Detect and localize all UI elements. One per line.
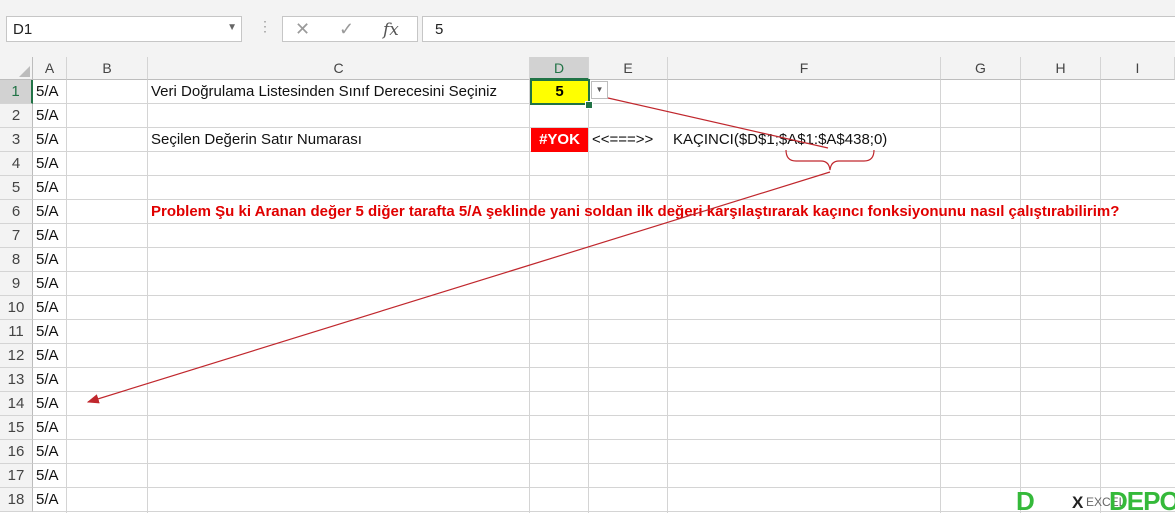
name-box[interactable]: D1 ▼ — [6, 16, 242, 42]
cell-a2[interactable]: 5/A — [36, 104, 59, 127]
fx-icon[interactable]: fx — [383, 20, 399, 40]
column-gridline — [667, 80, 668, 513]
fill-handle[interactable] — [585, 101, 593, 109]
cell-a18[interactable]: 5/A — [36, 488, 59, 511]
column-header-e[interactable]: E — [589, 57, 668, 80]
spreadsheet-grid[interactable]: A B C D E F G H I 1 2 3 4 5 6 7 8 9 10 11 12 13 14 15 1… — [0, 57, 1175, 513]
formula-input[interactable]: 5 — [422, 16, 1175, 42]
cell-a4[interactable]: 5/A — [36, 152, 59, 175]
column-header-d[interactable]: D — [530, 57, 589, 80]
column-header-h[interactable]: H — [1021, 57, 1101, 80]
cell-c3[interactable]: Seçilen Değerin Satır Numarası — [151, 128, 362, 151]
row-gridline — [33, 319, 1175, 320]
row-header-6[interactable]: 6 — [0, 200, 33, 224]
cell-a11[interactable]: 5/A — [36, 320, 59, 343]
selection-border — [530, 79, 590, 105]
logo-x: X — [1072, 493, 1084, 512]
row-header-17[interactable]: 17 — [0, 464, 33, 488]
cell-a8[interactable]: 5/A — [36, 248, 59, 271]
row-gridline — [33, 175, 1175, 176]
row-gridline — [33, 367, 1175, 368]
row-header-7[interactable]: 7 — [0, 224, 33, 248]
row-gridline — [33, 247, 1175, 248]
cancel-icon[interactable]: ✕ — [295, 19, 310, 40]
select-all-icon[interactable] — [0, 57, 33, 80]
cell-d3-error[interactable]: #YOK — [531, 128, 588, 152]
column-gridline — [940, 80, 941, 513]
row-header-8[interactable]: 8 — [0, 248, 33, 272]
column-gridline — [1020, 80, 1021, 513]
cell-a16[interactable]: 5/A — [36, 440, 59, 463]
logo-mark: D — [1016, 486, 1035, 516]
row-gridline — [33, 463, 1175, 464]
cell-a10[interactable]: 5/A — [36, 296, 59, 319]
name-box-value: D1 — [13, 21, 33, 38]
cell-a13[interactable]: 5/A — [36, 368, 59, 391]
row-header-14[interactable]: 14 — [0, 392, 33, 416]
row-header-12[interactable]: 12 — [0, 344, 33, 368]
column-gridline — [588, 80, 589, 513]
enter-icon[interactable]: ✓ — [339, 19, 354, 40]
row-header-16[interactable]: 16 — [0, 440, 33, 464]
row-gridline — [33, 151, 1175, 152]
row-gridline — [33, 415, 1175, 416]
cell-a12[interactable]: 5/A — [36, 344, 59, 367]
row-header-18[interactable]: 18 — [0, 488, 33, 512]
column-header-g[interactable]: G — [941, 57, 1021, 80]
column-header-f[interactable]: F — [668, 57, 941, 80]
row-header-11[interactable]: 11 — [0, 320, 33, 344]
column-gridline — [147, 80, 148, 513]
cell-f3[interactable]: KAÇINCI($D$1;$A$1:$A$438;0) — [673, 128, 887, 151]
resize-handle[interactable]: ⋮ — [258, 18, 272, 35]
cell-a7[interactable]: 5/A — [36, 224, 59, 247]
row-header-10[interactable]: 10 — [0, 296, 33, 320]
cell-a1[interactable]: 5/A — [36, 80, 59, 103]
row-header-4[interactable]: 4 — [0, 152, 33, 176]
dropdown-chevron-icon[interactable]: ▼ — [227, 22, 237, 33]
column-header-a[interactable]: A — [33, 57, 67, 80]
row-header-15[interactable]: 15 — [0, 416, 33, 440]
row-header-3[interactable]: 3 — [0, 128, 33, 152]
cell-a15[interactable]: 5/A — [36, 416, 59, 439]
column-gridline — [529, 80, 530, 513]
excel-depo-logo: D X EXCEL DEPO — [1012, 486, 1175, 516]
row-gridline — [33, 295, 1175, 296]
row-header-2[interactable]: 2 — [0, 104, 33, 128]
cell-a17[interactable]: 5/A — [36, 464, 59, 487]
row-header-13[interactable]: 13 — [0, 368, 33, 392]
row-header-5[interactable]: 5 — [0, 176, 33, 200]
cell-a14[interactable]: 5/A — [36, 392, 59, 415]
column-header-i[interactable]: I — [1101, 57, 1175, 80]
row-gridline — [33, 439, 1175, 440]
cell-c1[interactable]: Veri Doğrulama Listesinden Sınıf Dereces… — [151, 80, 497, 103]
cell-a3[interactable]: 5/A — [36, 128, 59, 151]
row-gridline — [33, 391, 1175, 392]
row-gridline — [33, 271, 1175, 272]
row-gridline — [33, 487, 1175, 488]
formula-buttons: ✕ ✓ fx — [282, 16, 418, 42]
cell-a5[interactable]: 5/A — [36, 176, 59, 199]
logo-depo: DEPO — [1109, 486, 1175, 516]
validation-dropdown-icon[interactable]: ▼ — [591, 81, 608, 99]
row-gridline — [33, 103, 1175, 104]
row-gridline — [33, 343, 1175, 344]
row-gridline — [33, 511, 1175, 512]
cell-a6[interactable]: 5/A — [36, 200, 59, 223]
column-gridline — [1100, 80, 1101, 513]
row-header-9[interactable]: 9 — [0, 272, 33, 296]
column-header-c[interactable]: C — [148, 57, 530, 80]
formula-value: 5 — [435, 21, 444, 38]
column-header-b[interactable]: B — [67, 57, 148, 80]
formula-bar: D1 ▼ ⋮ ✕ ✓ fx 5 — [0, 0, 1175, 57]
column-gridline — [66, 80, 67, 513]
cell-e3[interactable]: <<===>> — [592, 128, 653, 151]
problem-note[interactable]: Problem Şu ki Aranan değer 5 diğer taraf… — [151, 200, 1119, 224]
cell-a9[interactable]: 5/A — [36, 272, 59, 295]
row-header-1[interactable]: 1 — [0, 80, 33, 104]
